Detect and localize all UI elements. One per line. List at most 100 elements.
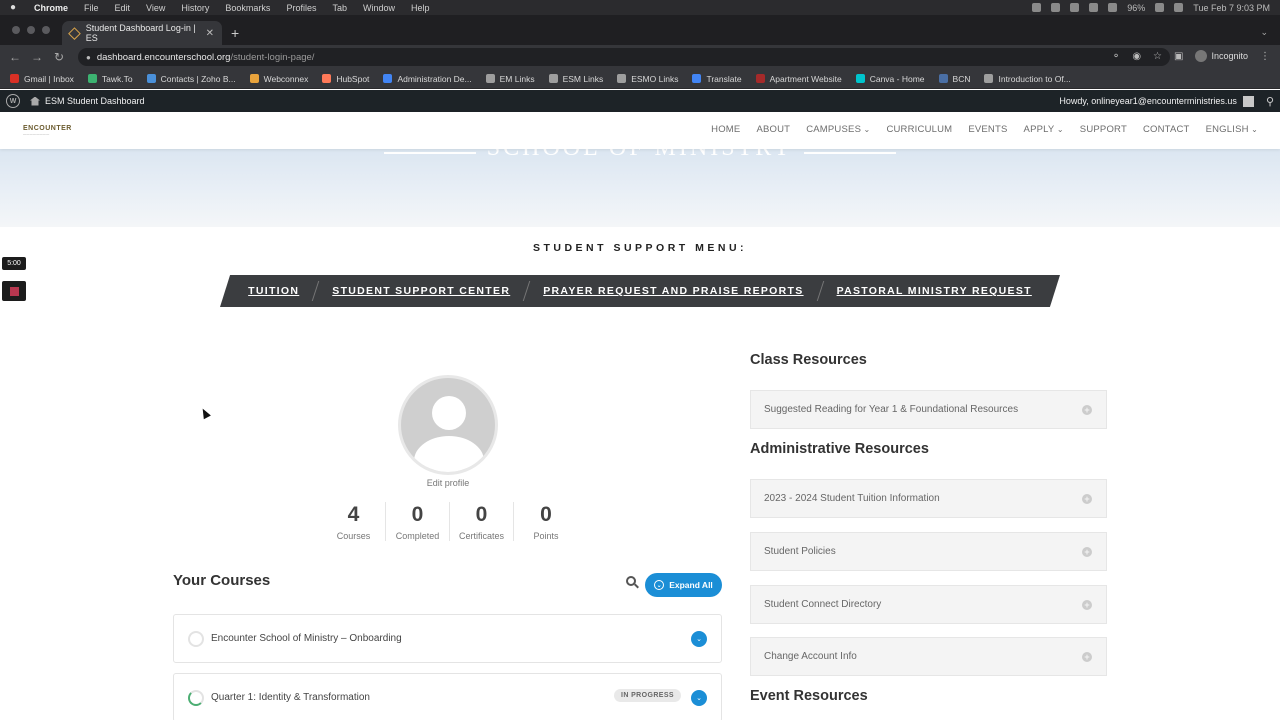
gear-icon[interactable] [1032,3,1042,12]
bookmark-item[interactable]: Gmail | Inbox [10,74,74,84]
app-tray-icon[interactable] [1089,3,1099,12]
bookmark-item[interactable]: BCN [938,74,970,84]
site-logo[interactable]: ENCOUNTER ———————— [23,125,72,136]
star-bookmark-icon[interactable]: ☆ [1153,51,1162,62]
close-tab-icon[interactable]: ✕ [206,28,214,39]
nav-apply[interactable]: APPLY [1024,124,1064,135]
nav-contact[interactable]: CONTACT [1143,124,1190,135]
bookmark-item[interactable]: HubSpot [322,74,369,84]
accordion-title: Student Connect Directory [764,599,882,610]
incognito-indicator[interactable]: Incognito [1195,50,1248,62]
support-link-prayer-request[interactable]: PRAYER REQUEST AND PRAISE REPORTS [543,285,803,297]
accordion-tuition-info[interactable]: 2023 - 2024 Student Tuition Information … [750,479,1107,518]
accordion-change-account[interactable]: Change Account Info + [750,637,1107,676]
nav-campuses[interactable]: CAMPUSES [806,124,870,135]
minimize-window-button[interactable] [27,26,35,34]
key-icon[interactable]: ⚬ [1112,51,1120,62]
bookmark-item[interactable]: Apartment Website [755,74,842,84]
wordpress-logo-icon[interactable]: W [6,94,20,108]
kebab-menu-icon[interactable]: ⋮ [1260,51,1270,62]
bookmark-item[interactable]: EM Links [485,74,535,84]
nav-curriculum[interactable]: CURRICULUM [886,124,952,135]
bookmark-item[interactable]: Tawk.To [87,74,133,84]
course-row-onboarding[interactable]: Encounter School of Ministry – Onboardin… [173,614,722,663]
stat-label: Completed [395,531,440,541]
course-expand-chevron-icon[interactable]: ⌄ [691,690,707,706]
menu-edit[interactable]: Edit [115,3,131,13]
bookmark-item[interactable]: Translate [692,74,742,84]
bookmark-item[interactable]: ESMO Links [617,74,678,84]
edit-profile-link[interactable]: Edit profile [398,478,498,488]
sidepanel-icon[interactable]: ▣ [1174,51,1183,62]
stop-recording-button[interactable] [2,281,26,301]
wifi-icon[interactable] [1155,3,1165,12]
accordion-title: Student Policies [764,546,836,557]
course-expand-chevron-icon[interactable]: ⌄ [691,631,707,647]
stat-label: Certificates [458,531,504,541]
menu-history[interactable]: History [181,3,209,13]
expand-all-button[interactable]: ⌄ Expand All [645,573,722,597]
nav-events[interactable]: EVENTS [968,124,1007,135]
forward-arrow-icon[interactable]: → [26,50,48,64]
wp-account-menu[interactable]: Howdy, onlineyear1@encounterministries.u… [1059,95,1280,108]
support-link-pastoral-request[interactable]: PASTORAL MINISTRY REQUEST [837,285,1032,297]
toolbar-actions: ⚬ ◉ ☆ ▣ Incognito ⋮ [1112,50,1270,62]
course-status-badge: IN PROGRESS [613,689,681,702]
mouse-cursor-icon [199,406,211,420]
menubar-clock[interactable]: Tue Feb 7 9:03 PM [1193,3,1270,13]
howdy-text: Howdy, onlineyear1@encounterministries.u… [1059,96,1237,106]
bookmark-item[interactable]: Introduction to Of... [984,74,1071,84]
dropbox-icon[interactable] [1051,3,1061,12]
course-search-icon[interactable] [626,576,639,589]
accordion-title: Change Account Info [764,651,857,662]
bookmark-favicon-icon [485,74,495,83]
accordion-student-policies[interactable]: Student Policies + [750,532,1107,571]
back-arrow-icon[interactable]: ← [4,50,26,64]
menu-help[interactable]: Help [411,3,430,13]
course-row-quarter-1[interactable]: Quarter 1: Identity & Transformation IN … [173,673,722,720]
your-courses-heading: Your Courses [173,572,271,589]
menu-profiles[interactable]: Profiles [286,3,316,13]
apple-icon[interactable]: ● [10,2,20,13]
nav-language[interactable]: ENGLISH [1206,124,1258,135]
menu-file[interactable]: File [84,3,99,13]
bookmark-item[interactable]: Administration De... [383,74,472,84]
bookmark-item[interactable]: ESM Links [548,74,603,84]
course-title[interactable]: Quarter 1: Identity & Transformation [211,692,370,703]
bookmark-item[interactable]: Canva - Home [855,74,925,84]
nav-support[interactable]: SUPPORT [1080,124,1127,135]
eye-slash-icon[interactable]: ◉ [1132,51,1141,62]
menu-bookmarks[interactable]: Bookmarks [225,3,270,13]
reload-icon[interactable]: ↻ [48,50,70,64]
main-nav: HOME ABOUT CAMPUSES CURRICULUM EVENTS AP… [711,124,1258,135]
zoom-window-button[interactable] [42,26,50,34]
nav-about[interactable]: ABOUT [756,124,790,135]
lock-icon[interactable]: ● [86,53,91,62]
bookmark-item[interactable]: Contacts | Zoho B... [146,74,236,84]
bookmark-item[interactable]: Webconnex [249,74,308,84]
stat-value: 0 [540,503,552,526]
tab-search-chevron-icon[interactable]: ⌄ [1260,27,1268,38]
plus-circle-icon: + [1082,494,1092,504]
bluetooth-icon[interactable] [1108,3,1118,12]
accordion-suggested-reading[interactable]: Suggested Reading for Year 1 & Foundatio… [750,390,1107,429]
support-link-support-center[interactable]: STUDENT SUPPORT CENTER [332,285,510,297]
profile-avatar[interactable] [398,375,498,475]
url-path: /student-login-page/ [230,51,315,63]
menu-app-chrome[interactable]: Chrome [34,3,68,13]
search-icon[interactable]: ⚲ [1266,95,1274,108]
browser-tab-active[interactable]: Student Dashboard Log-in | ES ✕ [62,21,222,45]
support-link-tuition[interactable]: TUITION [248,285,299,297]
address-bar[interactable]: ● dashboard.encounterschool.org/student-… [78,48,1170,66]
close-window-button[interactable] [12,26,20,34]
control-center-icon[interactable] [1174,3,1184,12]
accordion-connect-directory[interactable]: Student Connect Directory + [750,585,1107,624]
nav-home[interactable]: HOME [711,124,740,135]
new-tab-icon[interactable]: + [231,25,239,41]
menu-view[interactable]: View [146,3,165,13]
wp-site-name-link[interactable]: ESM Student Dashboard [30,96,145,106]
menu-window[interactable]: Window [363,3,395,13]
drive-icon[interactable] [1070,3,1080,12]
menu-tab[interactable]: Tab [332,3,347,13]
course-title[interactable]: Encounter School of Ministry – Onboardin… [211,633,402,644]
